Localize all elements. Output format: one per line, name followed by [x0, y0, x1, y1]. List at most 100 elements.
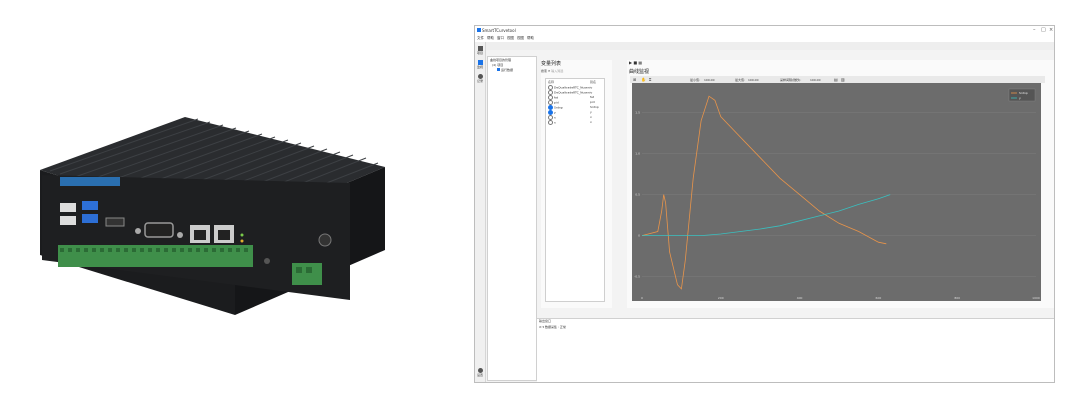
- x-tick-label: 800: [954, 296, 960, 300]
- variable-checkbox[interactable]: [548, 120, 553, 125]
- variable-alias: pid: [590, 100, 595, 104]
- menu-item-help-2[interactable]: 帮助: [527, 36, 534, 41]
- top-strip: [485, 42, 1054, 50]
- variable-alias: y: [590, 110, 592, 114]
- status-text: 数据采集 : 正常: [544, 325, 566, 329]
- project-panel-header: 曲线项目的管理: [490, 58, 512, 62]
- pause-icon[interactable]: ■: [633, 60, 637, 65]
- industrial-pc-photo: [40, 117, 385, 315]
- left-sidebar: 项目 监视 记录 设置: [475, 42, 486, 382]
- variable-name: Sntnp: [554, 105, 563, 110]
- min-label: 最小值:: [690, 77, 701, 82]
- variable-row[interactable]: DeQualtradeRTC_Nuseniv: [548, 85, 593, 90]
- column-alias-header: 别名: [590, 80, 597, 84]
- variable-row[interactable]: DeQualtradeRTC_Nuseniv: [548, 90, 593, 95]
- y-tick-label: -0.5: [634, 275, 640, 279]
- chart-toolbar-icons: ▶ ■ ▦: [629, 60, 642, 65]
- x-tick-label: 200: [718, 296, 724, 300]
- variable-panel-title: 变量列表: [541, 61, 562, 67]
- play-icon[interactable]: ▶: [629, 60, 632, 65]
- variable-row[interactable]: pid pid: [548, 100, 595, 105]
- sidebar-item-project[interactable]: 项目: [476, 46, 484, 55]
- zoom-icon[interactable]: ⊞: [633, 77, 636, 82]
- search-label: 搜索: [541, 69, 548, 73]
- menu-item-file[interactable]: 文件: [477, 36, 484, 41]
- output-status: ⊘ ▾ 数据采集 : 正常: [539, 325, 566, 329]
- x-tick-label: 1000: [1032, 296, 1040, 300]
- tree-item-project[interactable]: (4) 项目: [492, 63, 503, 67]
- data-icon: [497, 68, 500, 71]
- variable-row[interactable]: xx: [548, 115, 592, 120]
- interval-input[interactable]: 100.00: [810, 78, 821, 82]
- legend-label: Sntnp: [1019, 91, 1028, 95]
- variable-alias: x: [590, 120, 592, 124]
- plot-area: 1.5 1.0 0.5 0 -0.5 0 200 400 600 800 1000 Sntnp y: [632, 83, 1041, 301]
- y-tick-label: 0.5: [635, 193, 640, 197]
- variable-table: 名称 别名 DeQualtradeRTC_Nuseniv DeQualtradeR…: [545, 78, 605, 302]
- output-panel-title: 输出窗口: [539, 319, 552, 323]
- sidebar-item-settings[interactable]: 设置: [476, 368, 484, 377]
- menu-item-help[interactable]: 帮助: [487, 36, 494, 41]
- x-tick-label: 600: [876, 296, 882, 300]
- search-input[interactable]: 输入筛选: [551, 69, 563, 73]
- variable-name: y: [554, 110, 556, 115]
- minimize-button[interactable]: –: [1033, 27, 1036, 33]
- app-logo-icon: [477, 28, 481, 32]
- variable-row[interactable]: fat fat: [548, 95, 594, 100]
- window-title: SmartTCurvetool: [482, 28, 516, 33]
- variable-name: fat: [554, 95, 559, 100]
- tree-item-label: 运行数据: [500, 68, 513, 72]
- variable-name: DeQualtradeRTC_Nuseniv: [554, 90, 593, 95]
- interval-label: 采样间隔(微秒):: [780, 77, 802, 82]
- variable-search[interactable]: 搜索 ⌕ 输入筛选: [541, 68, 563, 73]
- variable-row[interactable]: Sntnp Sntnp: [548, 105, 599, 110]
- sidebar-item-label: 设置: [476, 373, 483, 377]
- sidebar-item-record[interactable]: 记录: [476, 74, 484, 83]
- plot-toolbar: ⊞ ✋ ⌗ 最小值: 100.00 最大值: 100.00 采样间隔(微秒): …: [630, 76, 1045, 83]
- grid-icon[interactable]: ▦: [638, 60, 642, 65]
- menu-item-view[interactable]: 视图: [507, 36, 514, 41]
- sidebar-item-label: 项目: [476, 51, 483, 55]
- filter-icon[interactable]: ▾: [542, 325, 544, 329]
- tree-item-run-data[interactable]: 运行数据: [497, 68, 513, 72]
- y-tick-label: 1.5: [635, 111, 640, 115]
- sidebar-item-label: 监视: [476, 65, 483, 69]
- y-tick-label: 1.0: [635, 152, 640, 156]
- menu-item-view-2[interactable]: 视图: [517, 36, 524, 41]
- maximize-button[interactable]: □: [1041, 27, 1046, 33]
- variable-alias: fat: [590, 95, 595, 99]
- max-label: 最大值:: [735, 77, 746, 82]
- hand-icon[interactable]: ✋: [641, 77, 646, 82]
- variable-name: pid: [554, 100, 559, 105]
- chart-panel-title: 曲线监视: [629, 69, 650, 75]
- min-input[interactable]: 100.00: [704, 78, 715, 82]
- menu-item-window[interactable]: 窗口: [497, 36, 504, 41]
- max-input[interactable]: 100.00: [748, 78, 759, 82]
- line-chart: 1.5 1.0 0.5 0 -0.5 0 200 400 600 800 1000 Sntnpy: [634, 88, 1040, 300]
- table-header: 名称 别名: [548, 80, 596, 84]
- variable-name: x: [554, 120, 556, 125]
- save-icon[interactable]: ▤: [834, 77, 838, 82]
- fit-icon[interactable]: ⌗: [649, 77, 651, 82]
- variable-alias: x: [590, 115, 592, 119]
- variable-row[interactable]: yy: [548, 110, 592, 115]
- series-line-sntnp: [641, 95, 887, 290]
- y-tick-label: 0: [638, 234, 640, 238]
- x-tick-label: 0: [641, 296, 643, 300]
- export-icon[interactable]: ▥: [841, 77, 845, 82]
- x-tick-label: 400: [797, 296, 803, 300]
- sidebar-item-monitor[interactable]: 监视: [476, 60, 484, 69]
- variable-alias: Sntnp: [590, 105, 599, 109]
- search-icon: ⌕: [547, 68, 551, 73]
- title-bar: SmartTCurvetool – □ ×: [475, 26, 1054, 35]
- output-panel: 输出窗口 ⊘ ▾ 数据采集 : 正常: [537, 318, 1054, 382]
- app-window: SmartTCurvetool – □ × 文件 帮助 窗口 视图 视图 帮助 …: [474, 25, 1055, 383]
- project-panel: 曲线项目的管理 (4) 项目 运行数据: [487, 56, 537, 381]
- legend-label: y: [1019, 96, 1021, 100]
- close-button[interactable]: ×: [1049, 27, 1053, 33]
- sidebar-item-label: 记录: [476, 79, 483, 83]
- variable-name: DeQualtradeRTC_Nuseniv: [554, 85, 593, 90]
- variable-row[interactable]: xx: [548, 120, 592, 125]
- column-name-header: 名称: [548, 80, 555, 84]
- variable-name: x: [554, 115, 556, 120]
